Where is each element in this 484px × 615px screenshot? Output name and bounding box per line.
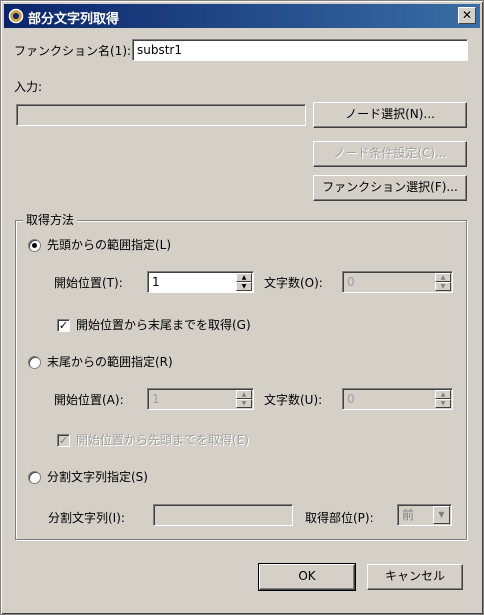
from-start-count-label: 文字数(O): xyxy=(264,276,323,290)
to-end-label[interactable]: 開始位置から末尾までを取得(G) xyxy=(76,317,251,333)
spinner-value: 0 xyxy=(347,392,355,406)
cancel-button[interactable]: キャンセル xyxy=(367,564,463,590)
dialog-window: 部分文字列取得 ✕ ファンクション名(1): 入力: ノード選択(N)... ノ… xyxy=(0,0,484,615)
gear-icon xyxy=(8,8,24,24)
to-end-checkbox[interactable]: ✓ xyxy=(57,319,70,332)
node-select-button[interactable]: ノード選択(N)... xyxy=(313,102,467,128)
spinner-value: 1 xyxy=(152,275,160,289)
spin-down-icon: ▼ xyxy=(236,399,252,408)
from-end-count-label: 文字数(U): xyxy=(264,393,323,407)
radio-dot xyxy=(32,243,37,248)
ok-button[interactable]: OK xyxy=(258,563,356,591)
close-button[interactable]: ✕ xyxy=(458,7,476,24)
function-name-input[interactable] xyxy=(132,39,468,61)
from-start-position-spinner[interactable]: 1 ▲ ▼ xyxy=(147,271,254,293)
from-start-label[interactable]: 先頭からの範囲指定(L) xyxy=(47,237,171,253)
spin-up-icon: ▲ xyxy=(435,390,451,399)
close-icon: ✕ xyxy=(461,8,473,22)
function-select-button[interactable]: ファンクション選択(F)... xyxy=(313,175,467,201)
to-start-label: 開始位置から先頭までを取得(E) xyxy=(76,433,249,447)
function-name-label: ファンクション名(1): xyxy=(14,44,132,58)
spin-down-icon: ▼ xyxy=(435,399,451,408)
input-label: 入力: xyxy=(14,80,43,94)
spin-down-icon[interactable]: ▼ xyxy=(236,282,252,291)
from-start-radio[interactable] xyxy=(28,239,41,252)
spin-up-icon[interactable]: ▲ xyxy=(236,273,252,282)
method-group-title: 取得方法 xyxy=(23,212,78,228)
split-string-input xyxy=(153,504,293,526)
spin-down-icon: ▼ xyxy=(435,282,451,291)
split-string-label: 分割文字列(I): xyxy=(48,511,125,525)
split-label[interactable]: 分割文字列指定(S) xyxy=(47,469,148,485)
from-end-position-label: 開始位置(A): xyxy=(54,393,124,407)
from-start-count-spinner: 0 ▲ ▼ xyxy=(342,271,453,293)
from-end-position-spinner: 1 ▲ ▼ xyxy=(147,388,254,410)
to-start-checkbox: ✓ xyxy=(57,434,70,447)
from-end-count-spinner: 0 ▲ ▼ xyxy=(342,388,453,410)
part-label: 取得部位(P): xyxy=(305,511,374,525)
spinner-value: 1 xyxy=(152,392,160,406)
method-groupbox xyxy=(15,220,467,540)
spinner-value: 0 xyxy=(347,275,355,289)
title-bar[interactable]: 部分文字列取得 ✕ xyxy=(4,4,480,28)
input-field xyxy=(16,104,306,126)
node-condition-button: ノード条件設定(C)... xyxy=(313,141,467,167)
from-end-radio[interactable] xyxy=(28,356,41,369)
from-end-label[interactable]: 末尾からの範囲指定(R) xyxy=(47,354,173,370)
chevron-down-icon: ▼ xyxy=(433,506,450,524)
spin-up-icon: ▲ xyxy=(236,390,252,399)
part-select-value: 前 xyxy=(402,508,415,522)
split-radio[interactable] xyxy=(28,471,41,484)
spin-up-icon: ▲ xyxy=(435,273,451,282)
window-title: 部分文字列取得 xyxy=(28,12,120,27)
from-start-position-label: 開始位置(T): xyxy=(54,276,123,290)
part-select: 前 ▼ xyxy=(397,504,452,526)
